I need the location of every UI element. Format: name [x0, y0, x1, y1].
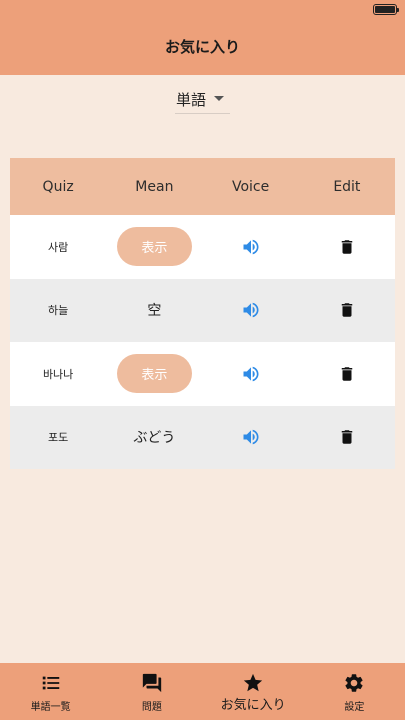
table-row: 하늘 空	[10, 278, 395, 342]
show-meaning-button[interactable]: 表示	[116, 354, 192, 394]
nav-label: お気に入り	[220, 698, 286, 713]
nav-label: 設定	[344, 702, 365, 713]
chat-icon	[141, 672, 163, 694]
battery-icon	[373, 4, 399, 15]
meaning-text: ぶどう	[133, 430, 176, 447]
dropdown-value: 単語	[176, 91, 207, 109]
table-row: 포도 ぶどう	[10, 405, 395, 469]
gear-icon	[343, 672, 365, 694]
column-header-mean: Mean	[135, 178, 174, 195]
trash-icon[interactable]	[335, 362, 359, 386]
trash-icon[interactable]	[335, 235, 359, 259]
quiz-word: 포도	[48, 431, 69, 445]
speaker-icon[interactable]	[239, 362, 263, 386]
app: お気に入り 単語 Quiz Mean Voice Edit 사람 表示 하늘 空	[0, 0, 405, 720]
column-header-voice: Voice	[231, 178, 270, 195]
quiz-word: 하늘	[48, 304, 69, 318]
speaker-icon[interactable]	[239, 235, 263, 259]
table-row: 사람 表示	[10, 215, 395, 279]
nav-label: 単語一覧	[30, 702, 71, 713]
trash-icon[interactable]	[335, 425, 359, 449]
status-bar	[0, 0, 405, 20]
app-header: お気に入り	[0, 0, 405, 75]
nav-item-settings[interactable]: 設定	[304, 663, 405, 720]
bottom-nav: 単語一覧 問題 お気に入り 設定	[0, 663, 405, 720]
column-header-edit: Edit	[333, 178, 361, 195]
trash-icon[interactable]	[335, 298, 359, 322]
speaker-icon[interactable]	[239, 298, 263, 322]
page-title: お気に入り	[164, 38, 240, 56]
table-header: Quiz Mean Voice Edit	[10, 158, 395, 215]
nav-item-word-list[interactable]: 単語一覧	[0, 663, 101, 720]
quiz-word: 사람	[48, 240, 69, 254]
category-dropdown[interactable]: 単語	[175, 86, 230, 114]
table-row: 바나나 表示	[10, 342, 395, 406]
nav-item-favorites[interactable]: お気に入り	[203, 663, 304, 720]
nav-item-questions[interactable]: 問題	[101, 663, 202, 720]
meaning-text: 空	[147, 303, 162, 320]
star-icon	[242, 672, 264, 694]
list-icon	[40, 672, 62, 694]
column-header-quiz: Quiz	[42, 178, 74, 195]
speaker-icon[interactable]	[239, 425, 263, 449]
favorites-table: Quiz Mean Voice Edit 사람 表示 하늘 空 바나나 表示 포…	[10, 158, 395, 469]
show-meaning-button[interactable]: 表示	[116, 227, 192, 267]
quiz-word: 바나나	[42, 367, 74, 381]
caret-down-icon	[214, 96, 224, 101]
nav-label: 問題	[141, 702, 162, 713]
